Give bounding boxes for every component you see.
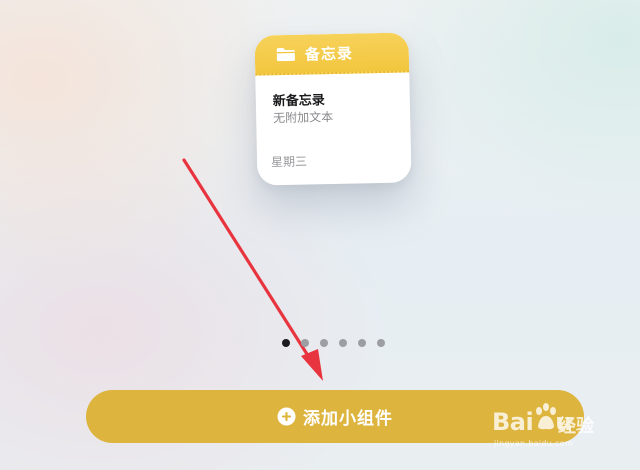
page-dot[interactable] [339, 339, 347, 347]
page-dot[interactable] [301, 339, 309, 347]
page-dot[interactable] [377, 339, 385, 347]
add-widget-label: 添加小组件 [303, 409, 393, 429]
page-dot[interactable] [320, 339, 328, 347]
folder-icon [276, 47, 295, 61]
page-dot[interactable] [358, 339, 366, 347]
note-date: 星期三 [270, 154, 308, 170]
add-widget-button[interactable]: 添加小组件 [86, 390, 584, 443]
widget-header: 备忘录 [254, 32, 410, 76]
page-indicator[interactable] [282, 339, 385, 347]
note-title: 新备忘录 [272, 93, 325, 110]
widget-app-name: 备忘录 [304, 44, 354, 64]
plus-circle-icon [277, 407, 296, 426]
page-dot[interactable] [282, 339, 290, 347]
notes-widget-preview[interactable]: 备忘录 新备忘录 无附加文本 星期三 [254, 32, 412, 186]
note-subtitle: 无附加文本 [273, 109, 334, 126]
